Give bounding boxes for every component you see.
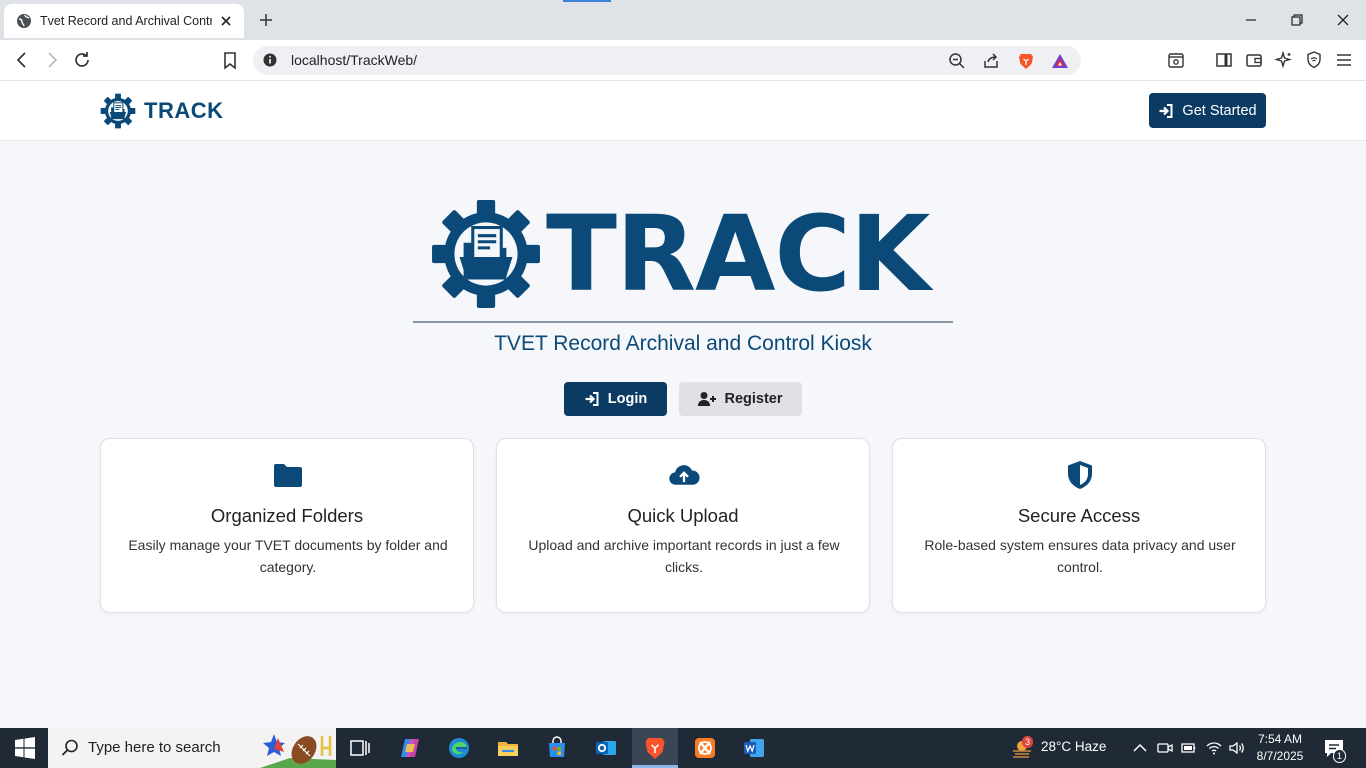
- zoom-out-icon[interactable]: [948, 52, 966, 70]
- url-text[interactable]: localhost/TrackWeb/: [291, 52, 417, 68]
- restore-icon[interactable]: [1287, 10, 1307, 30]
- windows-start-icon[interactable]: [13, 736, 37, 760]
- clock-date: 8/7/2025: [1256, 749, 1304, 763]
- search-highlight-icon: [260, 734, 336, 768]
- clock-time: 7:54 AM: [1257, 732, 1303, 746]
- shield-icon: [1068, 461, 1092, 489]
- browser-tab[interactable]: Tvet Record and Archival Control Kiosk: [4, 4, 244, 38]
- wifi-icon[interactable]: [1205, 739, 1223, 757]
- edge-browser-icon[interactable]: [447, 736, 471, 760]
- word-icon[interactable]: [742, 736, 766, 760]
- taskbar-search-box[interactable]: Type here to search: [48, 728, 336, 768]
- weather-badge: 3: [1022, 736, 1034, 748]
- forward-icon[interactable]: [42, 50, 62, 70]
- hero-logo: TRACK: [430, 198, 942, 310]
- get-started-label: Get Started: [1182, 102, 1257, 119]
- cloud-upload-icon: [669, 465, 700, 485]
- feature-description: Upload and archive important records in …: [528, 537, 840, 575]
- address-bar[interactable]: localhost/TrackWeb/: [253, 46, 1081, 75]
- tab-strip-accent: [563, 0, 611, 2]
- new-tab-icon[interactable]: [256, 10, 276, 30]
- brand-name: TRACK: [144, 98, 224, 123]
- tab-strip: Tvet Record and Archival Control Kiosk: [0, 0, 1366, 40]
- outlook-icon[interactable]: [594, 736, 618, 760]
- hero-divider: [413, 321, 953, 323]
- feature-card-folders: Organized Folders Easily manage your TVE…: [100, 438, 474, 613]
- hero-title: TRACK: [546, 193, 930, 315]
- back-icon[interactable]: [12, 50, 32, 70]
- folder-icon: [274, 464, 302, 487]
- weather-text[interactable]: 28°C Haze: [1041, 739, 1106, 754]
- sidebar-icon[interactable]: [1214, 50, 1234, 70]
- close-tab-icon[interactable]: [218, 13, 234, 29]
- notification-count: 1: [1333, 749, 1347, 763]
- register-button[interactable]: Register: [679, 382, 802, 416]
- wallet-icon[interactable]: [1244, 50, 1264, 70]
- site-info-icon[interactable]: [262, 52, 278, 68]
- windows-taskbar: Type here to search 3 28°C Haze 7:54 AM …: [0, 728, 1366, 768]
- sign-in-icon: [1159, 103, 1173, 118]
- volume-icon[interactable]: [1228, 739, 1246, 757]
- bookmark-icon[interactable]: [220, 50, 240, 70]
- search-tabs-icon[interactable]: [1166, 50, 1186, 70]
- feature-description: Easily manage your TVET documents by fol…: [128, 537, 448, 575]
- track-logo-icon: [100, 93, 136, 129]
- file-explorer-icon[interactable]: [496, 736, 520, 760]
- site-navbar: TRACK Get Started: [0, 81, 1366, 141]
- vpn-shield-icon[interactable]: [1304, 50, 1324, 70]
- reload-icon[interactable]: [72, 50, 92, 70]
- feature-card-upload: Quick Upload Upload and archive importan…: [496, 438, 870, 613]
- copilot-icon[interactable]: [398, 736, 422, 760]
- close-window-icon[interactable]: [1333, 10, 1353, 30]
- user-plus-icon: [698, 392, 717, 406]
- feature-title: Organized Folders: [210, 505, 364, 526]
- leo-ai-icon[interactable]: [1274, 50, 1294, 70]
- search-icon: [61, 739, 78, 756]
- brave-browser-icon[interactable]: [643, 736, 667, 760]
- brand[interactable]: TRACK: [100, 93, 224, 129]
- chevron-up-icon[interactable]: [1131, 739, 1149, 757]
- microsoft-store-icon[interactable]: [545, 736, 569, 760]
- menu-icon[interactable]: [1334, 50, 1354, 70]
- tab-title: Tvet Record and Archival Control Kiosk: [40, 14, 212, 28]
- hero-tagline: TVET Record Archival and Control Kiosk: [494, 332, 872, 355]
- brave-rewards-icon[interactable]: [1051, 52, 1069, 70]
- minimize-icon[interactable]: [1241, 10, 1261, 30]
- task-view-icon[interactable]: [348, 736, 372, 760]
- taskbar-search-placeholder: Type here to search: [88, 739, 221, 756]
- globe-icon: [17, 14, 31, 28]
- share-icon[interactable]: [982, 52, 1000, 70]
- feature-card-secure: Secure Access Role-based system ensures …: [892, 438, 1266, 613]
- register-label: Register: [724, 391, 783, 407]
- system-clock[interactable]: 7:54 AM 8/7/2025: [1252, 731, 1308, 765]
- battery-icon[interactable]: [1180, 739, 1198, 757]
- get-started-button[interactable]: Get Started: [1149, 93, 1266, 128]
- feature-title: Secure Access: [1017, 505, 1141, 526]
- login-label: Login: [607, 391, 648, 407]
- brave-shields-icon[interactable]: [1017, 52, 1035, 70]
- xampp-icon[interactable]: [693, 736, 717, 760]
- feature-description: Role-based system ensures data privacy a…: [924, 537, 1236, 575]
- meet-now-icon[interactable]: [1156, 739, 1174, 757]
- login-button[interactable]: Login: [564, 382, 667, 416]
- track-gear-document-icon: [432, 200, 540, 308]
- sign-in-icon: [585, 392, 599, 406]
- feature-title: Quick Upload: [627, 505, 739, 526]
